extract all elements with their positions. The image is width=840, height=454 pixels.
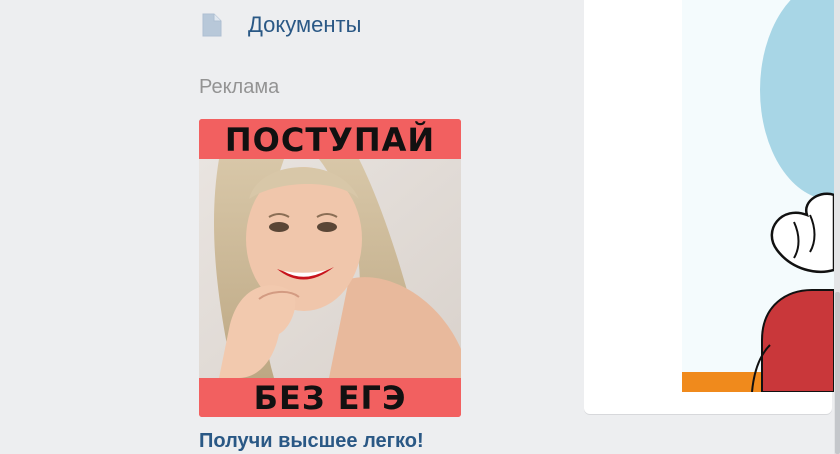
document-icon xyxy=(200,11,224,39)
post-image[interactable] xyxy=(682,0,834,392)
ad-link[interactable]: Получи высшее легко! xyxy=(199,430,424,453)
scrollbar-thumb[interactable] xyxy=(835,292,840,454)
ad-banner[interactable]: ПОСТУПАЙ БЕЗ ЕГЭ xyxy=(199,119,461,417)
ad-headline-bottom: БЕЗ ЕГЭ xyxy=(253,379,407,417)
left-sidebar: Документы Реклама ПОСТУПАЙ БЕЗ ЕГЭ Получ… xyxy=(0,0,532,454)
ad-photo xyxy=(199,159,461,378)
ad-headline-top: ПОСТУПАЙ xyxy=(224,121,436,159)
column-gap xyxy=(532,0,584,454)
sidebar-item-label: Документы xyxy=(248,12,362,37)
sidebar-item-documents[interactable]: Документы xyxy=(200,8,361,42)
ads-section-title: Реклама xyxy=(199,76,280,98)
